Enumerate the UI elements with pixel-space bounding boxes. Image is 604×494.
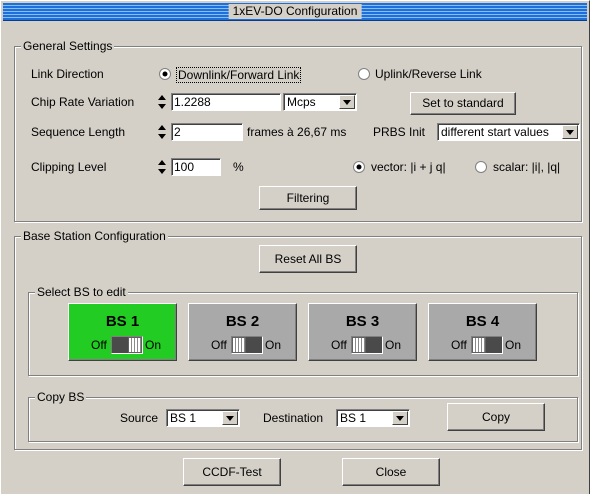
bs3-tile[interactable]: BS 3 Off On	[308, 303, 417, 361]
filtering-button[interactable]: Filtering	[259, 186, 357, 210]
prbs-init-label: PRBS Init	[373, 125, 426, 139]
scalar-radio[interactable]	[475, 161, 487, 173]
bs1-name: BS 1	[105, 313, 140, 330]
title-bar[interactable]: 1xEV-DO Configuration	[3, 3, 587, 21]
reset-all-bs-button[interactable]: Reset All BS	[259, 245, 357, 273]
prbs-init-value: different start values	[441, 125, 549, 139]
toggle-knob[interactable]	[472, 337, 486, 353]
chip-rate-spinner[interactable]	[157, 93, 167, 111]
bs1-off-label: Off	[91, 338, 107, 352]
general-settings-label: General Settings	[21, 39, 115, 53]
toggle-knob[interactable]	[232, 337, 246, 353]
vector-radio[interactable]	[353, 161, 365, 173]
chevron-down-icon	[222, 411, 238, 425]
downlink-option-label[interactable]: Downlink/Forward Link	[176, 67, 302, 83]
clipping-level-unit: %	[233, 160, 244, 174]
link-direction-label: Link Direction	[31, 67, 104, 81]
downlink-radio[interactable]	[159, 68, 171, 80]
toggle-knob[interactable]	[128, 337, 142, 353]
bs4-toggle[interactable]	[471, 336, 503, 354]
config-window: 1xEV-DO Configuration General Settings L…	[0, 0, 590, 494]
bs3-on-label: On	[385, 338, 402, 352]
destination-select[interactable]: BS 1	[336, 409, 410, 427]
vector-option-label[interactable]: vector: |i + j q|	[371, 160, 446, 174]
bs2-on-label: On	[265, 338, 282, 352]
chevron-down-icon	[392, 411, 408, 425]
bs4-name: BS 4	[465, 313, 500, 330]
bs3-name: BS 3	[345, 313, 380, 330]
clipping-level-spinner[interactable]	[157, 158, 167, 176]
chip-rate-input[interactable]: 1.2288	[171, 93, 281, 111]
prbs-init-select[interactable]: different start values	[437, 123, 580, 141]
uplink-option-label[interactable]: Uplink/Reverse Link	[375, 67, 482, 81]
bs2-tile[interactable]: BS 2 Off On	[188, 303, 297, 361]
window-title: 1xEV-DO Configuration	[228, 4, 362, 19]
chip-rate-unit-select[interactable]: Mcps	[283, 93, 357, 111]
uplink-radio[interactable]	[358, 68, 370, 80]
base-station-label: Base Station Configuration	[21, 229, 168, 243]
select-bs-label: Select BS to edit	[35, 285, 128, 299]
scalar-option-label[interactable]: scalar: |i|, |q|	[493, 160, 560, 174]
source-select[interactable]: BS 1	[166, 409, 240, 427]
clipping-level-input[interactable]: 100	[171, 158, 221, 176]
chip-rate-label: Chip Rate Variation	[31, 95, 135, 109]
set-to-standard-button[interactable]: Set to standard	[410, 92, 516, 115]
chevron-down-icon	[562, 125, 578, 139]
bs3-toggle[interactable]	[351, 336, 383, 354]
ccdf-test-button[interactable]: CCDF-Test	[183, 458, 281, 486]
bs2-toggle[interactable]	[231, 336, 263, 354]
bs2-off-label: Off	[211, 338, 227, 352]
destination-label: Destination	[263, 411, 324, 425]
bs3-off-label: Off	[331, 338, 347, 352]
clipping-level-label: Clipping Level	[31, 160, 107, 174]
bs1-tile[interactable]: BS 1 Off On	[68, 303, 177, 361]
sequence-length-suffix: frames à 26,67 ms	[247, 125, 347, 139]
chip-rate-unit-value: Mcps	[287, 95, 316, 109]
bs4-on-label: On	[505, 338, 522, 352]
bs1-toggle[interactable]	[111, 336, 143, 354]
bs1-on-label: On	[145, 338, 162, 352]
toggle-knob[interactable]	[352, 337, 366, 353]
sequence-length-spinner[interactable]	[157, 123, 167, 141]
source-label: Source	[120, 411, 159, 425]
close-button[interactable]: Close	[342, 458, 440, 486]
bs4-tile[interactable]: BS 4 Off On	[428, 303, 537, 361]
sequence-length-input[interactable]: 2	[171, 123, 243, 141]
copy-bs-label: Copy BS	[35, 390, 87, 404]
source-value: BS 1	[170, 411, 197, 425]
bs2-name: BS 2	[225, 313, 260, 330]
bs4-off-label: Off	[451, 338, 467, 352]
copy-button[interactable]: Copy	[447, 403, 545, 431]
sequence-length-label: Sequence Length	[31, 125, 126, 139]
destination-value: BS 1	[340, 411, 367, 425]
chevron-down-icon	[339, 95, 355, 109]
